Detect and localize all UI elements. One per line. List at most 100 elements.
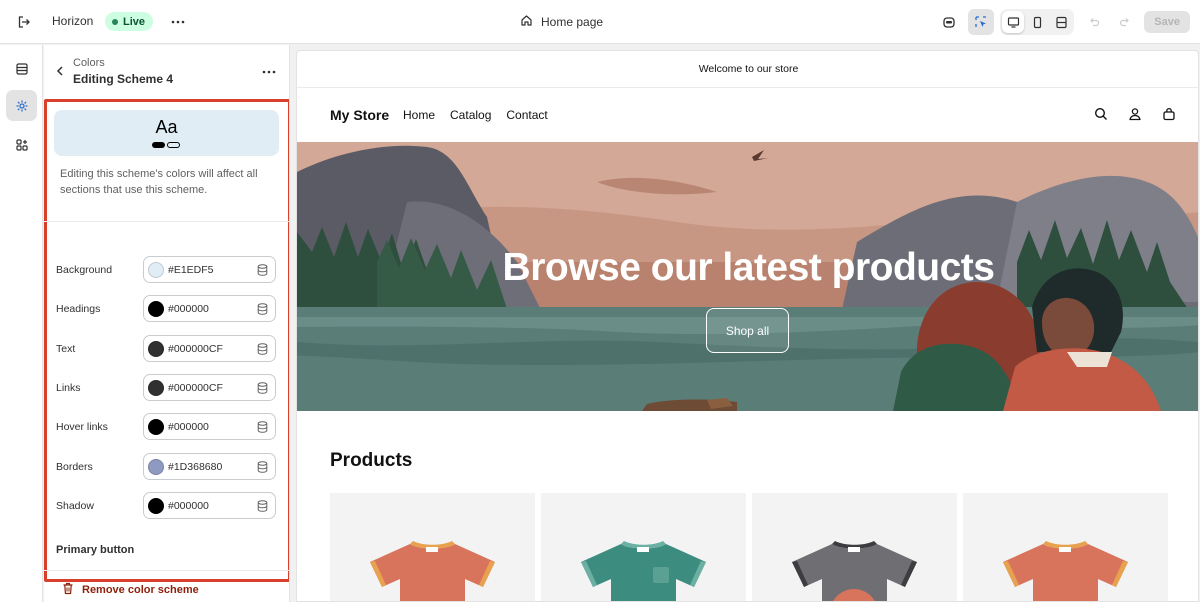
color-setting-links: Links #000000CF bbox=[56, 374, 278, 402]
account-icon[interactable] bbox=[1126, 105, 1144, 123]
home-icon bbox=[520, 14, 533, 30]
viewport-switcher bbox=[1000, 9, 1075, 35]
color-picker-field[interactable]: #000000CF bbox=[143, 335, 276, 362]
page-selector[interactable]: Home page bbox=[520, 12, 603, 32]
database-icon[interactable] bbox=[255, 460, 269, 474]
panel-title: Editing Scheme 4 bbox=[73, 72, 174, 86]
store-preview: Welcome to our store My Store Home Catal… bbox=[296, 50, 1199, 602]
color-setting-label: Links bbox=[56, 382, 81, 394]
orange-tshirt-image bbox=[370, 541, 495, 601]
exit-icon[interactable] bbox=[14, 12, 34, 32]
mobile-view-icon[interactable] bbox=[1026, 11, 1048, 33]
theme-settings-icon[interactable] bbox=[6, 90, 37, 121]
nav-link-contact[interactable]: Contact bbox=[506, 108, 547, 122]
color-picker-field[interactable]: #E1EDF5 bbox=[143, 256, 276, 283]
color-picker-field[interactable]: #000000CF bbox=[143, 374, 276, 401]
theme-more-actions-icon[interactable] bbox=[168, 12, 188, 32]
color-picker-field[interactable]: #1D368680 bbox=[143, 453, 276, 480]
scheme-description: Editing this scheme's colors will affect… bbox=[60, 168, 258, 196]
color-hex-value[interactable]: #000000CF bbox=[168, 382, 223, 394]
color-swatch[interactable] bbox=[148, 419, 164, 435]
color-setting-borders: Borders #1D368680 bbox=[56, 453, 278, 481]
color-hex-value[interactable]: #000000 bbox=[168, 421, 209, 433]
product-card[interactable] bbox=[963, 493, 1168, 601]
panel-header: Colors Editing Scheme 4 bbox=[44, 45, 289, 97]
color-setting-shadow: Shadow #000000 bbox=[56, 492, 278, 520]
undo-icon[interactable] bbox=[1080, 9, 1106, 35]
color-scheme-editor: Colors Editing Scheme 4 Aa Editing this … bbox=[44, 45, 290, 602]
color-swatch[interactable] bbox=[148, 380, 164, 396]
back-chevron-icon[interactable] bbox=[52, 63, 68, 79]
inspector-cursor-icon[interactable] bbox=[968, 9, 995, 35]
sidekick-icon[interactable] bbox=[936, 9, 962, 35]
database-icon[interactable] bbox=[255, 499, 269, 513]
remove-color-scheme-label: Remove color scheme bbox=[82, 584, 199, 596]
gray-tshirt-image bbox=[792, 541, 917, 601]
color-setting-label: Headings bbox=[56, 303, 101, 315]
color-hex-value[interactable]: #000000 bbox=[168, 500, 209, 512]
color-swatch[interactable] bbox=[148, 262, 164, 278]
toolbar-right: Save bbox=[936, 9, 1190, 35]
shop-all-button[interactable]: Shop all bbox=[706, 308, 789, 353]
preview-outline-button bbox=[167, 142, 180, 148]
color-swatch[interactable] bbox=[148, 301, 164, 317]
color-hex-value[interactable]: #E1EDF5 bbox=[168, 264, 214, 276]
live-badge-label: Live bbox=[123, 15, 146, 28]
product-card[interactable] bbox=[330, 493, 535, 601]
scheme-preview-card: Aa bbox=[54, 110, 279, 156]
color-swatch[interactable] bbox=[148, 498, 164, 514]
hero-title: Browse our latest products bbox=[502, 246, 995, 289]
save-button[interactable]: Save bbox=[1144, 11, 1190, 33]
hero-banner: Browse our latest products Shop all bbox=[297, 142, 1198, 411]
apps-icon[interactable] bbox=[6, 129, 37, 160]
color-hex-value[interactable]: #000000CF bbox=[168, 343, 223, 355]
store-header-icons bbox=[1092, 105, 1178, 123]
preview-solid-button bbox=[152, 142, 165, 148]
scheme-preview-buttons bbox=[152, 142, 180, 148]
store-header: My Store Home Catalog Contact bbox=[297, 88, 1198, 142]
divider bbox=[44, 570, 289, 571]
color-setting-label: Hover links bbox=[56, 421, 108, 433]
database-icon[interactable] bbox=[255, 302, 269, 316]
scheme-more-actions-icon[interactable] bbox=[259, 62, 279, 82]
breadcrumb: Colors bbox=[73, 57, 105, 69]
left-rail bbox=[0, 45, 43, 602]
color-picker-field[interactable]: #000000 bbox=[143, 295, 276, 322]
store-logo[interactable]: My Store bbox=[330, 107, 389, 123]
color-setting-label: Borders bbox=[56, 461, 93, 473]
theme-name: Horizon bbox=[52, 14, 94, 28]
live-dot-icon bbox=[112, 18, 118, 25]
cart-icon[interactable] bbox=[1160, 105, 1178, 123]
color-setting-headings: Headings #000000 bbox=[56, 295, 278, 323]
nav-link-catalog[interactable]: Catalog bbox=[450, 108, 491, 122]
product-card[interactable] bbox=[541, 493, 746, 601]
color-swatch[interactable] bbox=[148, 341, 164, 357]
database-icon[interactable] bbox=[255, 420, 269, 434]
database-icon[interactable] bbox=[255, 263, 269, 277]
color-picker-field[interactable]: #000000 bbox=[143, 492, 276, 519]
color-picker-field[interactable]: #000000 bbox=[143, 413, 276, 440]
nav-link-home[interactable]: Home bbox=[403, 108, 435, 122]
color-swatch[interactable] bbox=[148, 459, 164, 475]
trash-icon bbox=[62, 582, 74, 598]
color-setting-label: Shadow bbox=[56, 500, 94, 512]
primary-button-section[interactable]: Primary button bbox=[56, 544, 134, 556]
full-width-view-icon[interactable] bbox=[1050, 11, 1072, 33]
orange-tshirt-image bbox=[1003, 541, 1128, 601]
database-icon[interactable] bbox=[255, 342, 269, 356]
database-icon[interactable] bbox=[255, 381, 269, 395]
redo-icon[interactable] bbox=[1112, 9, 1138, 35]
color-hex-value[interactable]: #000000 bbox=[168, 303, 209, 315]
color-setting-hover-links: Hover links #000000 bbox=[56, 413, 278, 441]
remove-color-scheme-button[interactable]: Remove color scheme bbox=[62, 582, 199, 598]
product-card[interactable] bbox=[752, 493, 957, 601]
color-setting-label: Text bbox=[56, 343, 76, 355]
live-badge: Live bbox=[105, 12, 154, 31]
top-bar: Horizon Live Home page Save bbox=[0, 0, 1200, 44]
sections-icon[interactable] bbox=[6, 53, 37, 84]
search-icon[interactable] bbox=[1092, 105, 1110, 123]
page-selector-label: Home page bbox=[541, 15, 604, 29]
color-hex-value[interactable]: #1D368680 bbox=[168, 461, 222, 473]
desktop-view-icon[interactable] bbox=[1002, 11, 1025, 33]
announcement-bar: Welcome to our store bbox=[297, 51, 1198, 88]
